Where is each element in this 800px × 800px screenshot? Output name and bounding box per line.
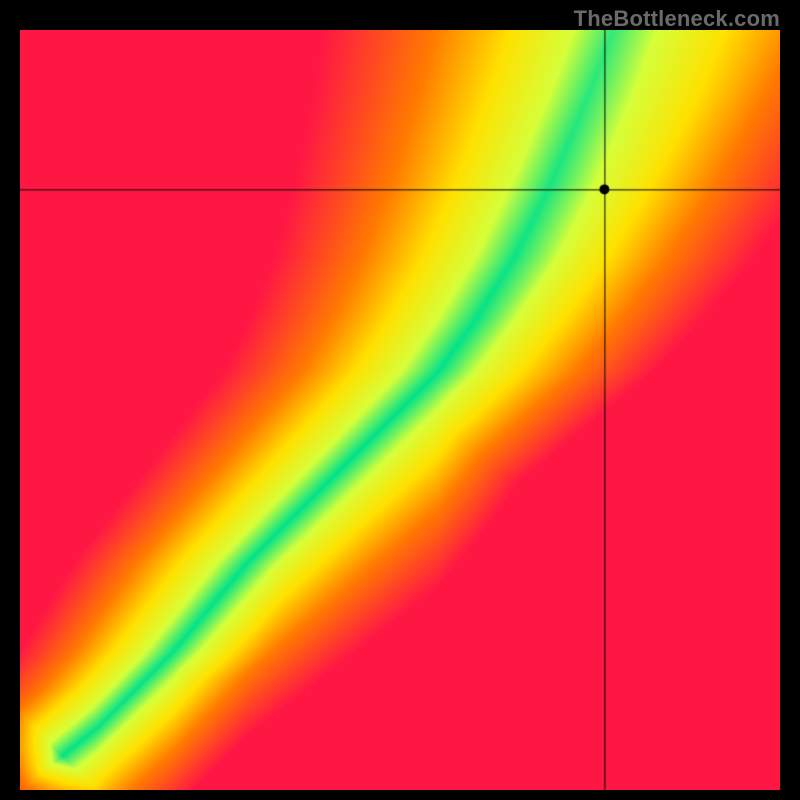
bottleneck-heatmap xyxy=(20,30,780,790)
watermark-text: TheBottleneck.com xyxy=(574,6,780,32)
